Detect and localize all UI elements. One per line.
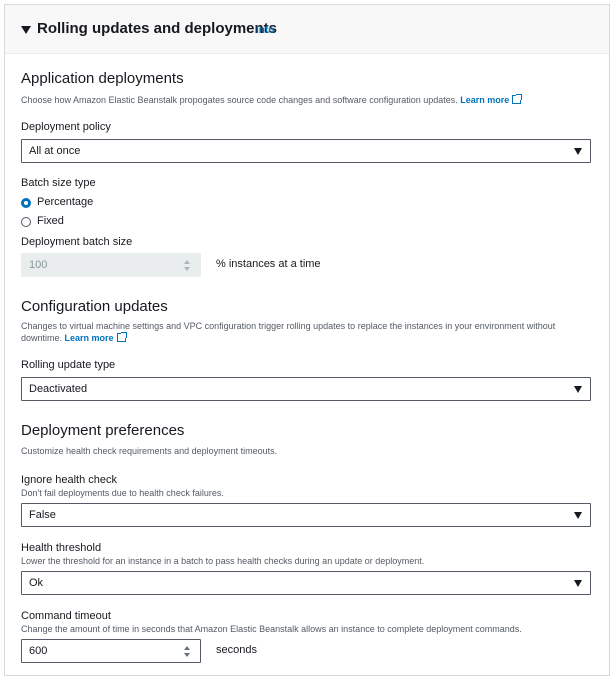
panel-header[interactable]: Rolling updates and deployments Info	[5, 5, 609, 54]
radio-fixed[interactable]	[21, 217, 31, 227]
radio-percentage-label[interactable]: Percentage	[37, 196, 93, 208]
learn-more-link[interactable]: Learn more	[65, 333, 114, 343]
command-timeout-input[interactable]: 600	[21, 639, 201, 663]
external-link-icon[interactable]	[116, 332, 127, 342]
section-description-configuration-updates: Changes to virtual machine settings and …	[21, 321, 556, 331]
deployment-policy-label: Deployment policy	[21, 121, 111, 133]
caret-down-icon	[574, 580, 582, 587]
panel-title: Rolling updates and deployments	[37, 20, 278, 37]
health-threshold-description: Lower the threshold for an instance in a…	[21, 556, 425, 566]
stepper-icon[interactable]	[184, 646, 192, 658]
info-link[interactable]: Info	[256, 25, 274, 36]
deployment-policy-select[interactable]: All at once	[21, 139, 591, 163]
rolling-update-type-select[interactable]: Deactivated	[21, 377, 591, 401]
deployment-batch-size-input[interactable]: 100	[21, 253, 201, 277]
stepper-icon[interactable]	[184, 260, 192, 272]
health-threshold-label: Health threshold	[21, 542, 102, 554]
section-title-configuration-updates: Configuration updates	[21, 298, 168, 315]
caret-down-icon	[574, 148, 582, 155]
section-description-application-deployments: Choose how Amazon Elastic Beanstalk prop…	[21, 94, 523, 105]
radio-percentage[interactable]	[21, 198, 31, 208]
ignore-health-check-value: False	[29, 509, 56, 521]
rolling-updates-panel: Rolling updates and deployments Info App…	[4, 4, 610, 676]
ignore-health-check-description: Don't fail deployments due to health che…	[21, 488, 224, 498]
section-title-application-deployments: Application deployments	[21, 70, 184, 87]
command-timeout-suffix: seconds	[216, 644, 257, 656]
deployment-policy-value: All at once	[29, 145, 81, 157]
external-link-icon[interactable]	[512, 94, 523, 104]
caret-down-icon	[574, 512, 582, 519]
deployment-batch-size-label: Deployment batch size	[21, 236, 133, 248]
section-description-configuration-updates-line2: downtime. Learn more	[21, 332, 127, 343]
rolling-update-type-value: Deactivated	[29, 383, 88, 395]
command-timeout-value: 600	[29, 645, 48, 657]
rolling-update-type-label: Rolling update type	[21, 359, 116, 371]
health-threshold-value: Ok	[29, 577, 44, 589]
caret-down-icon	[574, 386, 582, 393]
ignore-health-check-select[interactable]: False	[21, 503, 591, 527]
ignore-health-check-label: Ignore health check	[21, 474, 118, 486]
section-title-deployment-preferences: Deployment preferences	[21, 422, 185, 439]
batch-size-suffix: % instances at a time	[216, 258, 321, 270]
health-threshold-select[interactable]: Ok	[21, 571, 591, 595]
command-timeout-description: Change the amount of time in seconds tha…	[21, 624, 522, 634]
deployment-batch-size-value: 100	[29, 259, 48, 271]
section-description-deployment-preferences: Customize health check requirements and …	[21, 446, 278, 456]
batch-size-type-label: Batch size type	[21, 177, 96, 189]
learn-more-link[interactable]: Learn more	[460, 95, 509, 105]
radio-fixed-label[interactable]: Fixed	[37, 215, 64, 227]
caret-down-icon[interactable]	[21, 26, 31, 34]
command-timeout-label: Command timeout	[21, 610, 111, 622]
